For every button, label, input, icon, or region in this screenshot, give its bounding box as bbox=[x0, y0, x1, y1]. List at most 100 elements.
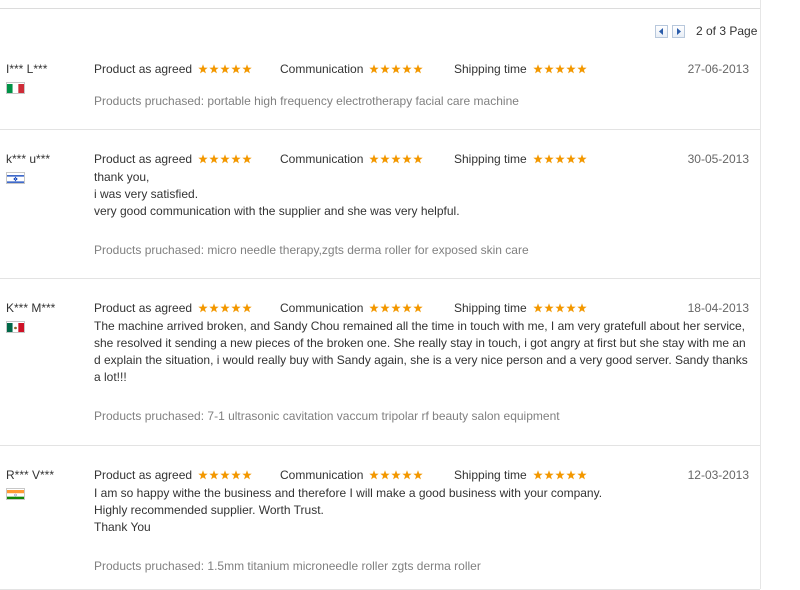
star-icon bbox=[402, 470, 413, 480]
comment-line: very good communication with the supplie… bbox=[94, 204, 460, 218]
star-icon bbox=[555, 64, 566, 74]
star-rating bbox=[198, 154, 253, 164]
star-icon bbox=[209, 303, 220, 313]
review-item: K*** M*** Product as agreed Communication S… bbox=[0, 301, 760, 446]
star-icon bbox=[209, 154, 220, 164]
star-rating bbox=[198, 303, 253, 313]
rating-communication: Communication bbox=[280, 62, 454, 76]
star-icon bbox=[402, 303, 413, 313]
arrow-right-icon bbox=[677, 27, 681, 35]
right-border bbox=[760, 0, 761, 589]
star-rating bbox=[533, 303, 588, 313]
rating-shipping: Shipping time bbox=[454, 301, 588, 315]
review-comment: thank you, i was very satisfied. very good… bbox=[94, 169, 750, 220]
arrow-left-icon bbox=[659, 27, 663, 35]
star-icon bbox=[544, 470, 555, 480]
star-icon bbox=[209, 64, 220, 74]
star-icon bbox=[198, 470, 209, 480]
rating-label: Communication bbox=[280, 468, 364, 482]
review-comment: I am so happy withe the business and the… bbox=[94, 485, 750, 536]
star-icon bbox=[242, 303, 253, 313]
ratings: Product as agreed Communication Shipping t… bbox=[94, 468, 588, 482]
comment-line: thank you, bbox=[94, 170, 150, 184]
star-icon bbox=[413, 303, 424, 313]
star-icon bbox=[391, 64, 402, 74]
italy-flag bbox=[6, 82, 25, 94]
star-icon bbox=[391, 154, 402, 164]
mexico-flag bbox=[6, 321, 25, 333]
star-icon bbox=[231, 303, 242, 313]
star-icon bbox=[380, 154, 391, 164]
buyer-name: I*** L*** bbox=[6, 62, 48, 76]
rating-label: Shipping time bbox=[454, 301, 527, 315]
star-icon bbox=[544, 303, 555, 313]
star-icon bbox=[220, 154, 231, 164]
star-icon bbox=[198, 64, 209, 74]
star-icon bbox=[566, 303, 577, 313]
rating-label: Product as agreed bbox=[94, 62, 193, 76]
review-date: 12-03-2013 bbox=[687, 468, 749, 482]
star-icon bbox=[198, 154, 209, 164]
star-icon bbox=[533, 64, 544, 74]
star-icon bbox=[544, 154, 555, 164]
star-icon bbox=[220, 303, 231, 313]
comment-line: Thank You bbox=[94, 520, 151, 534]
rating-label: Product as agreed bbox=[94, 152, 193, 166]
star-rating bbox=[369, 154, 424, 164]
star-icon bbox=[198, 303, 209, 313]
star-icon bbox=[555, 470, 566, 480]
star-icon bbox=[533, 470, 544, 480]
page-indicator: 2 of 3 Page bbox=[696, 24, 758, 38]
star-icon bbox=[391, 470, 402, 480]
review-item: I*** L*** Product as agreed Communication S… bbox=[0, 62, 760, 130]
star-icon bbox=[209, 470, 220, 480]
star-icon bbox=[402, 154, 413, 164]
india-flag bbox=[6, 488, 25, 500]
star-rating bbox=[533, 470, 588, 480]
review-comment: The machine arrived broken, and Sandy Ch… bbox=[94, 318, 750, 386]
star-rating bbox=[533, 154, 588, 164]
comment-line: Highly recommended supplier. Worth Trust… bbox=[94, 503, 324, 517]
rating-label: Product as agreed bbox=[94, 301, 193, 315]
star-icon bbox=[555, 303, 566, 313]
review-date: 30-05-2013 bbox=[687, 152, 749, 166]
star-icon bbox=[369, 154, 380, 164]
star-rating bbox=[198, 64, 253, 74]
prev-page-button[interactable] bbox=[655, 24, 668, 38]
star-rating bbox=[369, 303, 424, 313]
rating-communication: Communication bbox=[280, 152, 454, 166]
rating-shipping: Shipping time bbox=[454, 152, 588, 166]
buyer-name: k*** u*** bbox=[6, 152, 51, 166]
star-icon bbox=[242, 154, 253, 164]
rating-product: Product as agreed bbox=[94, 468, 280, 482]
rating-label: Communication bbox=[280, 62, 364, 76]
rating-label: Shipping time bbox=[454, 62, 527, 76]
star-icon bbox=[533, 154, 544, 164]
rating-shipping: Shipping time bbox=[454, 468, 588, 482]
products-purchased: Products pruchased: micro needle therapy… bbox=[94, 243, 529, 257]
rating-label: Product as agreed bbox=[94, 468, 193, 482]
star-icon bbox=[544, 64, 555, 74]
buyer-name: K*** M*** bbox=[6, 301, 56, 315]
next-page-button[interactable] bbox=[672, 24, 685, 38]
star-icon bbox=[577, 303, 588, 313]
star-icon bbox=[380, 64, 391, 74]
rating-product: Product as agreed bbox=[94, 152, 280, 166]
star-icon bbox=[220, 64, 231, 74]
rating-shipping: Shipping time bbox=[454, 62, 588, 76]
rating-label: Shipping time bbox=[454, 152, 527, 166]
israel-flag bbox=[6, 172, 25, 184]
rating-communication: Communication bbox=[280, 301, 454, 315]
top-divider bbox=[0, 8, 760, 9]
pagination: 2 of 3 Page bbox=[655, 24, 757, 38]
star-icon bbox=[577, 64, 588, 74]
star-icon bbox=[577, 470, 588, 480]
star-rating bbox=[198, 470, 253, 480]
star-icon bbox=[391, 303, 402, 313]
star-rating bbox=[369, 470, 424, 480]
ratings: Product as agreed Communication Shipping t… bbox=[94, 152, 588, 166]
ratings: Product as agreed Communication Shipping t… bbox=[94, 301, 588, 315]
star-icon bbox=[369, 303, 380, 313]
star-icon bbox=[369, 64, 380, 74]
star-icon bbox=[402, 64, 413, 74]
